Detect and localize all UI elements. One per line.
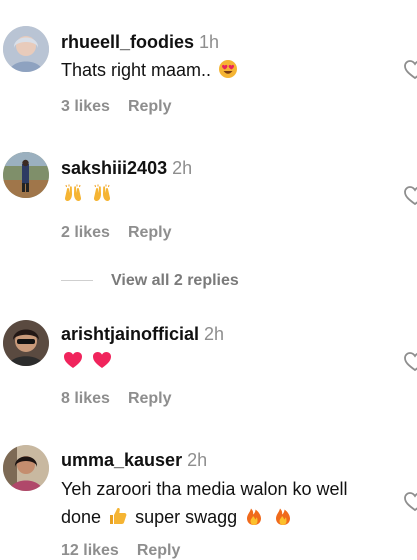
reply-button[interactable]: Reply [128,224,172,241]
replies-divider [61,280,93,282]
red-heart-emoji-icon [64,352,82,368]
timestamp: 1h [199,32,220,52]
reply-button[interactable]: Reply [128,390,172,407]
heart-eyes-emoji-icon [219,60,238,78]
red-heart-emoji-icon [93,352,112,368]
username[interactable]: umma_kauser [61,450,182,470]
timestamp: 2h [172,158,193,178]
avatar[interactable] [3,320,49,366]
comment-header: umma_kauser 2h [61,449,207,471]
comment-text: Thats right maam.. [61,56,401,84]
comment-header: rhueell_foodies 1h [61,31,219,53]
raised-hands-emoji-icon [64,184,82,201]
like-heart-icon[interactable] [404,60,417,80]
likes-count[interactable]: 3 likes [61,98,110,115]
likes-count[interactable]: 2 likes [61,224,110,241]
thumbs-up-emoji-icon [110,508,127,524]
like-heart-icon[interactable] [404,186,417,206]
comment-text [61,347,401,375]
comment-actions: 12 likes Reply [61,542,180,560]
comment-text [61,181,401,209]
comment-header: arishtjainofficial 2h [61,323,224,345]
comment-actions: 2 likes Reply [61,224,172,242]
likes-count[interactable]: 8 likes [61,390,110,407]
comment-text-line: Yeh zaroori tha media walon ko well [61,479,348,499]
view-replies-button[interactable]: View all 2 replies [61,272,239,290]
timestamp: 2h [204,324,225,344]
avatar[interactable] [3,445,49,491]
username[interactable]: sakshiii2403 [61,158,167,178]
comment-actions: 8 likes Reply [61,390,172,408]
comment-actions: 3 likes Reply [61,98,172,116]
likes-count[interactable]: 12 likes [61,542,119,559]
comment-text: Yeh zaroori tha media walon ko well done… [61,475,401,531]
comment-text-line: done super swagg [61,503,401,531]
like-heart-icon[interactable] [404,492,417,512]
like-heart-icon[interactable] [404,352,417,372]
raised-hands-emoji-icon [93,184,111,201]
fire-emoji-icon [276,508,291,525]
username[interactable]: rhueell_foodies [61,32,194,52]
fire-emoji-icon [247,508,262,525]
reply-button[interactable]: Reply [137,542,181,559]
comment-header: sakshiii2403 2h [61,157,192,179]
timestamp: 2h [187,450,208,470]
avatar[interactable] [3,26,49,72]
reply-button[interactable]: Reply [128,98,172,115]
avatar[interactable] [3,152,49,198]
username[interactable]: arishtjainofficial [61,324,199,344]
